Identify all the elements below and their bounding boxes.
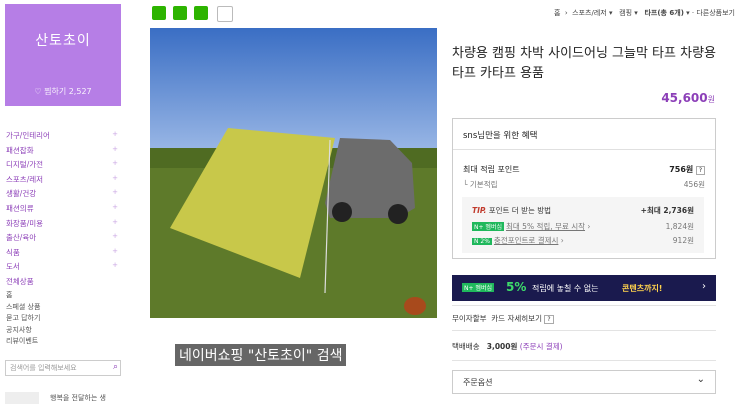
charge-point-row[interactable]: N 2% 충전포인트로 결제시 › 912원: [472, 235, 694, 246]
interest-row: 무이자할부 카드 자세히보기 ?: [452, 313, 554, 324]
share-icon[interactable]: [217, 6, 233, 22]
search-input[interactable]: 검색어를 입력해보세요: [10, 363, 77, 373]
category-item[interactable]: 스포츠/레저 +: [6, 174, 118, 185]
card-detail-link[interactable]: 카드 자세히보기: [491, 314, 542, 323]
store-link[interactable]: 홈: [6, 290, 12, 300]
band-icon[interactable]: [194, 6, 208, 20]
chevron-down-icon: ⌄: [696, 374, 705, 385]
max-points-row: 최대 적립 포인트 756원 ?: [463, 164, 705, 175]
product-title: 차량용 캠핑 차박 사이드어닝 그늘막 타프 차량용타프 카타프 용품: [452, 46, 716, 81]
category-item[interactable]: 패션잡화 +: [6, 145, 118, 156]
expand-icon: +: [112, 159, 118, 168]
divider: [452, 330, 716, 331]
expand-icon: +: [112, 232, 118, 241]
search-icon[interactable]: ⌕: [113, 362, 118, 372]
category-item[interactable]: 패션의류 +: [6, 203, 118, 214]
breadcrumb-cat2[interactable]: 캠핑: [619, 9, 632, 17]
expand-icon: +: [112, 261, 118, 270]
image-search-banner: 네이버쇼핑 "산토초이" 검색: [175, 344, 347, 366]
expand-icon: +: [112, 246, 118, 255]
expand-icon: +: [112, 144, 118, 153]
store-link[interactable]: 스페셜 상품: [6, 302, 40, 312]
category-item[interactable]: 식품 +: [6, 247, 118, 258]
store-link[interactable]: 묻고 답하기: [6, 313, 40, 323]
product-price: 45,600원: [661, 91, 715, 105]
category-item[interactable]: 도서 +: [6, 261, 118, 272]
blog-icon[interactable]: [152, 6, 166, 20]
store-banner[interactable]: 산토초이 ♡ 찜하기 2,527: [5, 4, 121, 106]
breadcrumb-cat1[interactable]: 스포츠/레저: [572, 9, 607, 17]
category-item[interactable]: 디지털/가전 +: [6, 159, 118, 170]
membership-ad-banner[interactable]: N+ 멤버십 5% 적립에 놓칠 수 없는 콘텐츠까지! ›: [452, 275, 716, 301]
membership-badge: N+ 멤버십: [472, 222, 504, 231]
basic-points-row: └ 기본적립 456원: [463, 180, 705, 189]
order-option-select[interactable]: 주문옵션 ⌄: [452, 370, 716, 394]
expand-icon: +: [112, 217, 118, 226]
expand-icon: +: [112, 130, 118, 138]
breadcrumb: 홈 › 스포츠/레저 ▾ 캠핑 ▾ 타프(총 6개) ▾ · 다른상품보기: [554, 9, 735, 17]
category-item[interactable]: 전체상품: [6, 276, 118, 287]
help-icon[interactable]: ?: [695, 166, 705, 175]
tip-row: TIP. 포인트 더 받는 방법 +최대 2,736원: [472, 206, 694, 215]
benefit-title: sns님만을 위한 혜택: [463, 131, 538, 141]
divider: [452, 305, 716, 306]
store-like-button[interactable]: ♡ 찜하기 2,527: [5, 86, 121, 97]
divider: [452, 360, 716, 361]
store-sidebar: 산토초이 ♡ 찜하기 2,527 가구/인테리어 + 패션잡화 + 디지털/가전 + 스포츠…: [0, 0, 128, 404]
store-link[interactable]: 공지사항: [6, 325, 32, 335]
tip-box: TIP. 포인트 더 받는 방법 +최대 2,736원 N+ 멤버십 최대 5% …: [462, 197, 704, 253]
category-item[interactable]: 생활/건강 +: [6, 188, 118, 199]
breadcrumb-home[interactable]: 홈: [554, 9, 560, 17]
category-item[interactable]: 가구/인테리어 +: [6, 130, 118, 141]
shipping-row: 택배배송 3,000원 (주문시 결제): [452, 342, 563, 351]
product-image[interactable]: [150, 28, 437, 318]
category-item[interactable]: 화장품/미용 +: [6, 218, 118, 229]
cafe-icon[interactable]: [173, 6, 187, 20]
expand-icon: +: [112, 203, 118, 211]
breadcrumb-cat3[interactable]: 타프(총 6개): [644, 9, 683, 17]
promo-thumbnail[interactable]: [5, 392, 39, 404]
expand-icon: +: [112, 173, 118, 182]
category-item[interactable]: 출산/육아 +: [6, 232, 118, 243]
expand-icon: +: [112, 188, 118, 197]
store-name: 산토초이: [35, 33, 91, 49]
store-link[interactable]: 리뷰이벤트: [6, 336, 38, 346]
membership-row[interactable]: N+ 멤버십 최대 5% 적립, 무료 시작 › 1,824원: [472, 221, 694, 232]
chevron-right-icon: ›: [702, 281, 706, 292]
store-search-box[interactable]: 검색어를 입력해보세요 ⌕: [5, 360, 121, 376]
other-products-link[interactable]: 다른상품보기: [696, 9, 735, 17]
help-icon[interactable]: ?: [544, 315, 554, 324]
npay-badge: N 2%: [472, 238, 492, 245]
